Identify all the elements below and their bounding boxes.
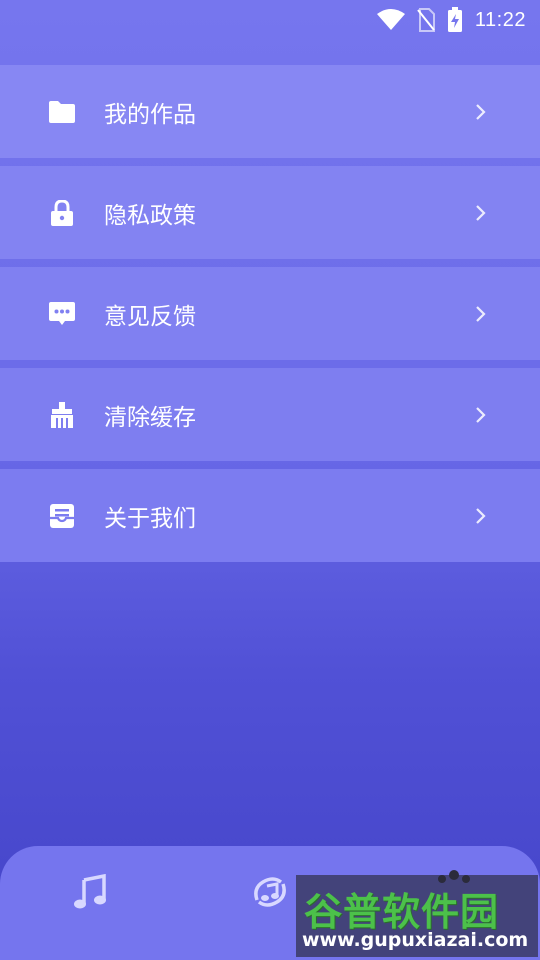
watermark: 谷普软件园 www.gupuxiazai.com — [296, 870, 538, 957]
status-time: 11:22 — [474, 8, 526, 31]
music-note-icon[interactable] — [72, 874, 108, 910]
status-bar: 11:22 — [0, 0, 540, 40]
menu-item-about-us[interactable]: 关于我们 — [0, 469, 540, 562]
chevron-right-icon — [476, 204, 486, 221]
chevron-right-icon — [476, 103, 486, 120]
chevron-right-icon — [476, 406, 486, 423]
broom-icon — [48, 401, 76, 429]
chevron-right-icon — [476, 507, 486, 524]
about-icon — [48, 502, 76, 530]
battery-charging-icon — [447, 7, 462, 32]
lock-icon — [48, 199, 76, 227]
menu-item-label: 关于我们 — [104, 505, 196, 532]
menu-item-privacy-policy[interactable]: 隐私政策 — [0, 166, 540, 259]
menu-item-clear-cache[interactable]: 清除缓存 — [0, 368, 540, 461]
menu-item-label: 隐私政策 — [104, 202, 196, 229]
folder-icon — [48, 98, 76, 126]
menu-item-my-works[interactable]: 我的作品 — [0, 65, 540, 158]
no-sim-icon — [417, 8, 435, 32]
menu-item-feedback[interactable]: 意见反馈 — [0, 267, 540, 360]
feedback-icon — [48, 300, 76, 328]
watermark-title: 谷普软件园 — [304, 890, 500, 934]
settings-menu: 我的作品 隐私政策 意见反馈 清除缓存 关于我们 — [0, 65, 540, 570]
menu-item-label: 清除缓存 — [104, 404, 196, 431]
chevron-right-icon — [476, 305, 486, 322]
menu-item-label: 意见反馈 — [104, 303, 196, 330]
wifi-icon — [376, 9, 405, 30]
music-swirl-icon[interactable] — [251, 874, 289, 910]
menu-item-label: 我的作品 — [104, 101, 196, 128]
watermark-url: www.gupuxiazai.com — [302, 929, 529, 951]
